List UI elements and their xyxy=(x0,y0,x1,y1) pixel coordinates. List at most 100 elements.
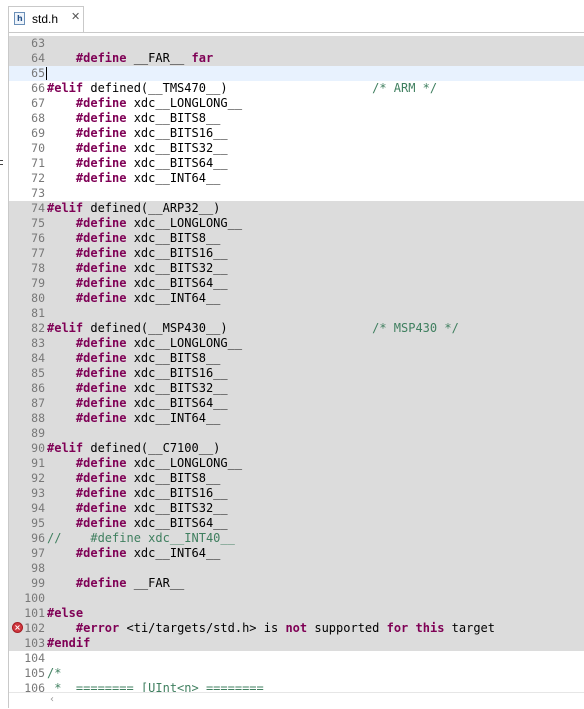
code-line[interactable]: 63 xyxy=(9,36,584,51)
line-number: 64 xyxy=(31,51,45,65)
code-token: xdc__BITS64__ xyxy=(126,516,228,530)
code-line[interactable]: 87 #define xdc__BITS64__ xyxy=(9,396,584,411)
keyword-token: #define xyxy=(75,51,127,65)
code-token: xdc__BITS8__ xyxy=(126,231,221,245)
code-token: xdc__BITS8__ xyxy=(126,351,221,365)
code-text: #define xdc__BITS16__ xyxy=(47,126,228,141)
code-line[interactable]: 93 #define xdc__BITS16__ xyxy=(9,486,584,501)
code-line[interactable]: 95 #define xdc__BITS64__ xyxy=(9,516,584,531)
header-file-icon: h xyxy=(14,12,25,25)
code-line[interactable]: 83 #define xdc__LONGLONG__ xyxy=(9,336,584,351)
code-line[interactable]: 84 #define xdc__BITS8__ xyxy=(9,351,584,366)
code-line[interactable]: 69 #define xdc__BITS16__ xyxy=(9,126,584,141)
code-text: #define xdc__BITS8__ xyxy=(47,351,221,366)
code-token: xdc__BITS32__ xyxy=(126,381,228,395)
code-text: #define xdc__BITS8__ xyxy=(47,471,221,486)
code-line[interactable]: 97 #define xdc__INT64__ xyxy=(9,546,584,561)
keyword-token: #elif xyxy=(47,81,84,95)
code-line[interactable]: 65 xyxy=(9,66,584,81)
code-token: xdc__BITS16__ xyxy=(126,126,228,140)
code-line[interactable]: 104 xyxy=(9,651,584,666)
code-text: #define xdc__BITS32__ xyxy=(47,501,228,516)
code-line[interactable]: 85 #define xdc__BITS16__ xyxy=(9,366,584,381)
tab-title: std.h xyxy=(32,12,59,26)
code-line[interactable]: 105/* xyxy=(9,666,584,681)
code-text: /* xyxy=(47,666,61,681)
horizontal-scrollbar[interactable]: ‹ xyxy=(9,692,584,709)
code-text: #define xdc__LONGLONG__ xyxy=(47,96,242,111)
code-line[interactable]: 73 xyxy=(9,186,584,201)
code-line[interactable]: 64 #define __FAR__ far xyxy=(9,51,584,66)
code-text: #define xdc__INT64__ xyxy=(47,411,221,426)
code-text: #elif defined(__TMS470__) /* ARM */ xyxy=(47,81,437,96)
line-number: 79 xyxy=(31,276,45,290)
code-line[interactable]: 77 #define xdc__BITS16__ xyxy=(9,246,584,261)
code-text: #define xdc__BITS64__ xyxy=(47,156,228,171)
keyword-token: #define xyxy=(75,171,127,185)
code-line[interactable]: 82 #elif defined(__MSP430__) /* MSP430 */ xyxy=(9,321,584,336)
code-line[interactable]: 106 * ======== [UInt<n> ======== xyxy=(9,681,584,692)
scroll-left-icon[interactable]: ‹ xyxy=(50,694,54,705)
code-token: xdc__BITS32__ xyxy=(126,141,228,155)
close-icon[interactable]: ✕ xyxy=(71,10,80,23)
code-line[interactable]: 79 #define xdc__BITS64__ xyxy=(9,276,584,291)
code-line[interactable]: 70 #define xdc__BITS32__ xyxy=(9,141,584,156)
code-line[interactable]: 67 #define xdc__LONGLONG__ xyxy=(9,96,584,111)
tab-std-h[interactable]: h std.h ✕ xyxy=(8,6,84,32)
code-line[interactable]: 100 xyxy=(9,591,584,606)
keyword-token: #define xyxy=(75,216,127,230)
code-line[interactable]: 86 #define xdc__BITS32__ xyxy=(9,381,584,396)
code-text: #elif defined(__C7100__) xyxy=(47,441,220,456)
code-line[interactable]: 92 #define xdc__BITS8__ xyxy=(9,471,584,486)
error-marker-icon[interactable]: × xyxy=(12,622,23,633)
code-line[interactable]: 72 #define xdc__INT64__ xyxy=(9,171,584,186)
code-line[interactable]: 88 #define xdc__INT64__ xyxy=(9,411,584,426)
code-editor[interactable]: 63 64 #define __FAR__ far 65 66 #elif define… xyxy=(9,36,584,692)
code-line[interactable]: 66 #elif defined(__TMS470__) /* ARM */ xyxy=(9,81,584,96)
keyword-token: #error xyxy=(75,621,120,635)
code-token: xdc__BITS64__ xyxy=(126,156,228,170)
code-token: xdc__BITS16__ xyxy=(126,486,228,500)
code-text: #define xdc__LONGLONG__ xyxy=(47,456,242,471)
code-line[interactable]: 90 #elif defined(__C7100__) xyxy=(9,441,584,456)
keyword-token: not xyxy=(285,621,308,635)
keyword-token: #define xyxy=(75,366,127,380)
line-number: 81 xyxy=(31,306,45,320)
line-number: 93 xyxy=(31,486,45,500)
keyword-token: #define xyxy=(75,141,127,155)
code-line[interactable]: 91 #define xdc__LONGLONG__ xyxy=(9,456,584,471)
keyword-token: #define xyxy=(75,381,127,395)
code-line[interactable]: 98 xyxy=(9,561,584,576)
code-line[interactable]: 103 #endif xyxy=(9,636,584,651)
sash-handle[interactable] xyxy=(0,160,5,180)
code-line[interactable]: 75 #define xdc__LONGLONG__ xyxy=(9,216,584,231)
code-line[interactable]: 68 #define xdc__BITS8__ xyxy=(9,111,584,126)
code-text: #define xdc__BITS64__ xyxy=(47,276,228,291)
code-line[interactable]: × 102 #error <ti/targets/std.h> is not su… xyxy=(9,621,584,636)
keyword-token: #define xyxy=(75,411,127,425)
line-number: 105 xyxy=(24,666,45,680)
code-line[interactable]: 101 #else xyxy=(9,606,584,621)
line-number: 91 xyxy=(31,456,45,470)
code-line[interactable]: 89 xyxy=(9,426,584,441)
code-line[interactable]: 94 #define xdc__BITS32__ xyxy=(9,501,584,516)
code-line[interactable]: 96// #define xdc__INT40__ xyxy=(9,531,584,546)
code-line[interactable]: 76 #define xdc__BITS8__ xyxy=(9,231,584,246)
code-line[interactable]: 80 #define xdc__INT64__ xyxy=(9,291,584,306)
code-line[interactable]: 74 #elif defined(__ARP32__) xyxy=(9,201,584,216)
keyword-token: #define xyxy=(75,246,127,260)
keyword-token: #define xyxy=(75,516,127,530)
code-line[interactable]: 81 xyxy=(9,306,584,321)
code-line[interactable]: 99 #define __FAR__ xyxy=(9,576,584,591)
code-token: xdc__BITS64__ xyxy=(126,396,228,410)
code-line[interactable]: 71 #define xdc__BITS64__ xyxy=(9,156,584,171)
code-text: #define xdc__BITS64__ xyxy=(47,516,228,531)
code-line[interactable]: 78 #define xdc__BITS32__ xyxy=(9,261,584,276)
code-token: xdc__LONGLONG__ xyxy=(126,216,243,230)
